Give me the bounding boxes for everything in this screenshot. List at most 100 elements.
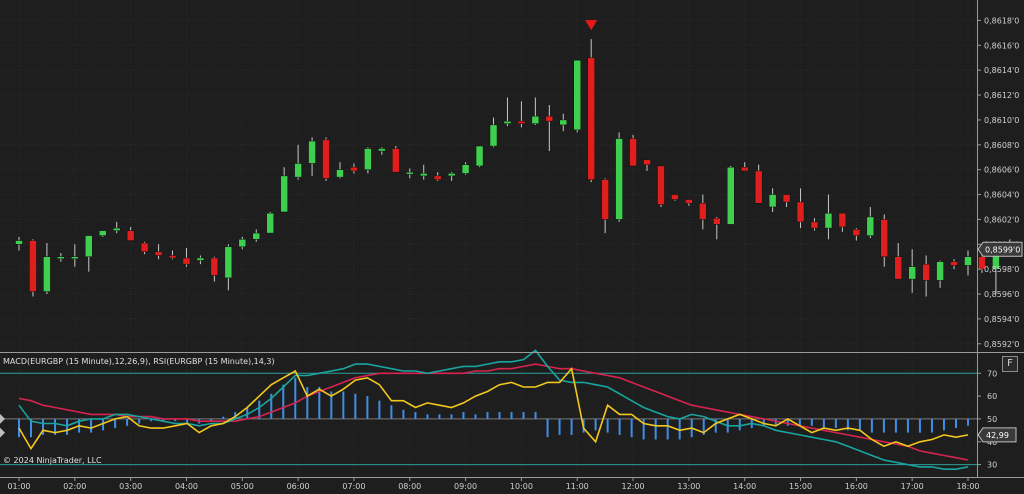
rsi-line [18, 366, 969, 451]
candle-body [768, 194, 777, 208]
candle-body [727, 166, 735, 225]
candle-body [517, 120, 526, 124]
time-axis-label: 02:00 [63, 482, 86, 491]
candle-body [810, 221, 819, 229]
candle-body [740, 166, 749, 172]
candle-body [699, 203, 707, 220]
candle-body [559, 119, 568, 126]
candle-body [280, 175, 288, 213]
price-axis-label: 0,8594'0 [984, 315, 1019, 324]
candle-body [475, 145, 484, 167]
candle-body [266, 212, 274, 234]
candle-body [154, 251, 163, 256]
time-axis-label: 14:00 [733, 482, 756, 491]
candle-body [336, 169, 344, 178]
candle-body [168, 255, 177, 259]
candle-body [880, 219, 889, 257]
time-axis-label: 18:00 [956, 482, 979, 491]
rsi-axis-label: 30 [987, 461, 997, 470]
price-axis-label: 0,8610'0 [984, 116, 1019, 125]
candle-body [196, 257, 205, 261]
candle-body [252, 232, 260, 240]
rsi-axis-label: 70 [987, 369, 997, 378]
candle-body [713, 217, 721, 225]
candle-body [308, 140, 316, 164]
copyright-text: © 2024 NinjaTrader, LLC [3, 456, 102, 465]
candle-body [126, 230, 135, 241]
candle-body [671, 194, 679, 200]
price-axis-label: 0,8596'0 [984, 290, 1019, 299]
candle-body [601, 179, 609, 220]
time-axis-label: 17:00 [901, 482, 924, 491]
candle-body [364, 148, 372, 170]
time-axis-label: 11:00 [566, 482, 589, 491]
candle-body [461, 164, 470, 174]
candle-body [852, 229, 861, 236]
indicator-layer [0, 349, 977, 471]
chart-canvas[interactable]: 0,8618'0 0,8616'0 0,8614'0 0,8612'0 0,8610'0… [0, 0, 1024, 494]
price-axis-label: 0,8604'0 [984, 191, 1019, 200]
price-axis-label: 0,8612'0 [984, 91, 1019, 100]
time-axis-label: 01:00 [7, 482, 30, 491]
rsi-axis-label: 50 [987, 415, 997, 424]
price-axis-label: 0,8608'0 [984, 141, 1019, 150]
candle-body [210, 257, 219, 276]
candle-body [447, 173, 456, 177]
candle-body [406, 171, 414, 175]
candle-body [182, 257, 191, 265]
candle-body [936, 261, 944, 281]
candle-body [950, 261, 958, 266]
macd-line [18, 349, 969, 471]
candle-body [573, 59, 581, 131]
time-axis-label: 06:00 [287, 482, 310, 491]
candle-body [489, 124, 498, 147]
price-axis-label: 0,8614'0 [984, 66, 1019, 75]
candle-body [238, 239, 247, 248]
price-axis-label: 0,8606'0 [984, 166, 1019, 175]
candle-body [503, 120, 512, 124]
candles-layer [15, 20, 1014, 297]
candle-body [98, 230, 107, 236]
current-price-label: 0,8599'0 [985, 245, 1020, 254]
time-axis-label: 12:00 [622, 482, 645, 491]
candle-body [964, 256, 972, 266]
price-axis-label: 0,8618'0 [984, 16, 1019, 25]
candle-body [294, 163, 302, 178]
candle-body [782, 194, 791, 203]
candle-body [685, 199, 693, 204]
candle-body [796, 201, 805, 223]
candle-body [378, 148, 386, 152]
candle-body [754, 170, 763, 204]
candle-body [433, 175, 442, 180]
sell-signal-marker [585, 20, 598, 31]
candle-body [85, 235, 93, 257]
time-axis-label: 08:00 [398, 482, 421, 491]
candle-body [643, 159, 651, 165]
panel-f-button[interactable]: F [1002, 356, 1018, 372]
time-axis-label: 16:00 [845, 482, 868, 491]
candle-body [57, 256, 65, 259]
price-axis-label: 0,8616'0 [984, 41, 1019, 50]
candle-body [140, 242, 149, 253]
candle-body [43, 256, 51, 292]
candle-body [350, 166, 358, 172]
grid [0, 0, 977, 476]
time-axis-label: 10:00 [510, 482, 533, 491]
rsi-axis-label: 60 [987, 392, 997, 401]
zero-line-marker [0, 413, 5, 424]
candle-body [824, 212, 833, 229]
candle-body [657, 165, 665, 205]
candle-body [71, 256, 79, 259]
candle-body [629, 138, 637, 167]
candle-body [29, 240, 37, 292]
candle-body [908, 266, 916, 280]
macd-signal-line [18, 363, 969, 461]
time-axis-label: 13:00 [677, 482, 700, 491]
candle-body [922, 263, 930, 281]
candle-body [615, 138, 623, 220]
candle-body [112, 227, 121, 231]
candle-body [545, 115, 554, 122]
time-axis-label: 09:00 [454, 482, 477, 491]
candle-body [587, 57, 595, 180]
price-axis-label: 0,8592'0 [984, 340, 1019, 349]
